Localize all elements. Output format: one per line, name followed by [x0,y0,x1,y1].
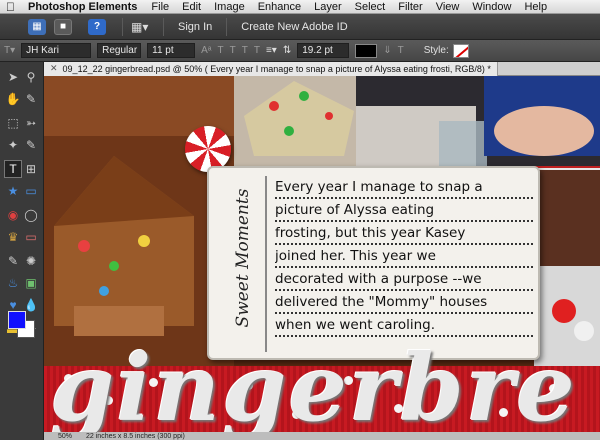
mac-menu-bar:  Photoshop Elements File Edit Image Enh… [0,0,600,14]
orientation-icon[interactable]: T [398,45,404,56]
type-tool-icon: T▾ [4,45,16,56]
red-eye-tool-icon[interactable]: ◉ [4,206,22,224]
brush-tool-icon[interactable]: ✎ [4,252,22,270]
faux-bold-icon[interactable]: T [218,45,224,56]
page-title-frosting: gingerbre [50,334,577,432]
align-icon[interactable]: ≡▾ [266,45,277,56]
marquee-tool-icon[interactable]: ⬚ [4,114,22,132]
apple-icon[interactable]:  [6,0,18,14]
eraser-tool-icon[interactable]: ▭ [22,228,40,246]
smart-brush-tool-icon[interactable]: ✺ [22,252,40,270]
app-menu[interactable]: Photoshop Elements [28,1,137,13]
warp-text-icon[interactable]: ⇓ [383,45,391,56]
style-label: Style: [423,45,449,56]
font-style-select[interactable]: Regular [97,43,142,58]
menu-layer[interactable]: Layer [314,1,342,13]
create-adobe-id-link[interactable]: Create New Adobe ID [241,21,347,33]
divider [163,17,164,36]
close-icon[interactable]: ✕ [50,63,58,74]
move-tool-icon[interactable]: ➤ [4,68,22,86]
toolbox: ➤ ⚲ ✋ ✎ ⬚ ➳ ✦ ✎ T ⊞ ★ ▭ ◉ ◯ ♛ ▭ ✎ ✺ ♨ ▣ … [0,62,44,440]
status-bar: 50% 22 inches x 8.5 inches (300 ppi) [44,432,600,440]
hand-tool-icon[interactable]: ✋ [4,90,22,108]
divider [122,17,123,36]
straighten-tool-icon[interactable]: ▭ [22,182,40,200]
tool-options-bar: T▾ JH Kari Regular 11 pt Aᵃ T T T T ≡▾ ⇅… [0,40,600,62]
menu-enhance[interactable]: Enhance [258,1,301,13]
menu-help[interactable]: Help [524,1,547,13]
underline-icon[interactable]: T [242,45,248,56]
menu-image[interactable]: Image [214,1,245,13]
zoom-level[interactable]: 50% [58,433,72,440]
application-bar: ▦ ■ ? ▦▾ Sign In Create New Adobe ID [0,14,600,40]
leading-select[interactable]: 19.2 pt [297,43,350,58]
journal-line: decorated with a purpose --we [275,268,533,291]
card-side-title: Sweet Moments [233,188,253,328]
sign-in-link[interactable]: Sign In [178,21,212,33]
document-size: 22 inches x 8.5 inches (300 ppi) [86,432,185,440]
journal-card: Sweet Moments Every year I manage to sna… [207,166,540,360]
journal-line: picture of Alyssa eating [275,199,533,222]
font-size-select[interactable]: 11 pt [147,43,196,58]
zoom-tool-icon[interactable]: ⚲ [22,68,40,86]
faux-italic-icon[interactable]: T [230,45,236,56]
menu-select[interactable]: Select [355,1,386,13]
journal-line: delivered the "Mommy" houses [275,291,533,314]
foreground-color-swatch[interactable] [8,311,26,329]
help-icon[interactable]: ? [88,18,106,35]
document-tab-title: 09_12_22 gingerbread.psd @ 50% ( Every y… [62,63,491,74]
new-file-icon[interactable]: ▦ [28,18,46,35]
leading-icon: ⇅ [282,45,292,56]
faux-style-icon[interactable]: Aᵃ [201,45,211,56]
paint-bucket-tool-icon[interactable]: ♨ [4,274,22,292]
style-none-swatch[interactable] [452,43,469,58]
divider [226,17,228,36]
menu-filter[interactable]: Filter [398,1,422,13]
lasso-tool-icon[interactable]: ➳ [22,114,40,132]
document-tab[interactable]: ✕ 09_12_22 gingerbread.psd @ 50% ( Every… [44,61,498,76]
menu-window[interactable]: Window [472,1,511,13]
layout-grid-icon[interactable]: ▦▾ [131,19,151,35]
document-tab-strip: ✕ 09_12_22 gingerbread.psd @ 50% ( Every… [44,61,600,76]
journal-text[interactable]: Every year I manage to snap a picture of… [275,176,533,337]
save-icon[interactable]: ■ [54,18,72,35]
strikethrough-icon[interactable]: T [254,45,260,56]
menu-file[interactable]: File [151,1,169,13]
gradient-tool-icon[interactable]: ▣ [22,274,40,292]
crop-tool-icon[interactable]: ⊞ [22,160,40,178]
healing-brush-tool-icon[interactable]: ◯ [22,206,40,224]
cookie-cutter-tool-icon[interactable]: ★ [4,182,22,200]
selection-brush-tool-icon[interactable]: ✎ [22,136,40,154]
clone-stamp-tool-icon[interactable]: ♛ [4,228,22,246]
journal-line: joined her. This year we [275,245,533,268]
journal-line: frosting, but this year Kasey [275,222,533,245]
document-canvas[interactable]: Sweet Moments Every year I manage to sna… [44,76,600,432]
menu-view[interactable]: View [436,1,460,13]
magic-wand-tool-icon[interactable]: ✦ [4,136,22,154]
eyedropper-tool-icon[interactable]: ✎ [22,90,40,108]
text-color-swatch[interactable] [355,43,378,58]
font-family-select[interactable]: JH Kari [21,43,92,58]
type-tool-icon[interactable]: T [4,160,22,178]
journal-line: Every year I manage to snap a [275,176,533,199]
menu-edit[interactable]: Edit [182,1,201,13]
card-side-panel: Sweet Moments [215,176,267,352]
